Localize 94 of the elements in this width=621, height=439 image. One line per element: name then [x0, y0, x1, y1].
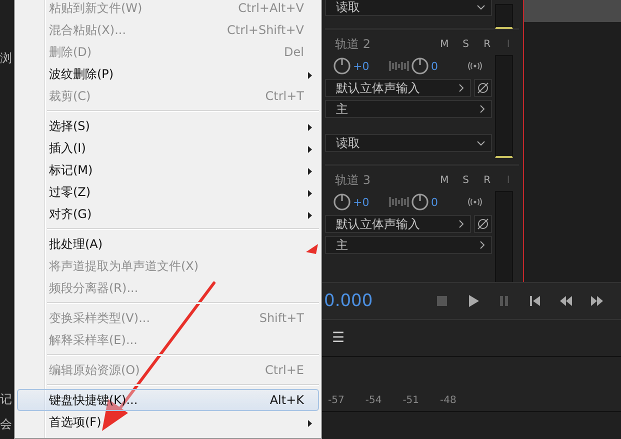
- panel-label: 会: [0, 417, 13, 431]
- menu-item-label: 混合粘贴(X)...: [49, 22, 128, 38]
- time-display: 0.000: [323, 291, 374, 311]
- menu-item-label: 首选项(F): [49, 414, 102, 430]
- pan-value: 0: [431, 196, 439, 208]
- menu-item[interactable]: 标记(M): [17, 159, 319, 181]
- input-dropdown[interactable]: 默认立体声输入: [325, 215, 471, 233]
- fast-forward-icon: [591, 295, 603, 307]
- submenu-arrow-icon: [308, 124, 312, 131]
- panel-label: 记: [0, 392, 13, 406]
- menu-item-label: 变换采样类型(V)...: [49, 310, 152, 326]
- level-meter: [495, 4, 513, 29]
- submenu-arrow-icon: [308, 190, 312, 197]
- menu-item[interactable]: 批处理(A): [17, 233, 319, 255]
- skip-back-icon: [529, 295, 541, 307]
- track-name: 轨道 3: [334, 172, 372, 188]
- ruler-label: -57: [328, 395, 344, 408]
- menu-item[interactable]: 过零(Z): [17, 181, 319, 203]
- shortcut-label: Del: [284, 45, 304, 59]
- shortcut-label: Ctrl+Shift+V: [227, 23, 304, 37]
- panel-menu-button[interactable]: ☰: [332, 330, 345, 346]
- menu-item-label: 删除(D): [49, 44, 93, 60]
- track-toggle[interactable]: R: [476, 38, 498, 50]
- panel-label: 浏: [0, 51, 13, 65]
- menu-item-label: 解释采样率(E)...: [49, 332, 138, 348]
- shortcut-label: Shift+T: [259, 311, 304, 325]
- shortcut-label: Ctrl+E: [265, 363, 304, 377]
- track-toggle[interactable]: S: [455, 174, 476, 186]
- ruler-label: -51: [402, 395, 420, 408]
- annotation-marker-icon: [306, 244, 318, 254]
- ruler-label: -48: [440, 395, 456, 408]
- chevron-right-icon: [459, 84, 464, 92]
- chevron-down-icon: [477, 4, 485, 10]
- phase-button[interactable]: [474, 79, 492, 97]
- shortcut-label: Ctrl+T: [265, 89, 304, 103]
- submenu-arrow-icon: [308, 168, 312, 175]
- knob-icon: [411, 193, 429, 211]
- menu-item-label: 对齐(G): [49, 206, 93, 222]
- knob-icon: [411, 57, 429, 75]
- menu-item-label: 粘贴到新文件(W): [49, 0, 144, 16]
- shortcut-label: Alt+K: [270, 393, 304, 407]
- chevron-down-icon: [477, 140, 485, 146]
- menu-item[interactable]: 插入(I): [17, 137, 319, 159]
- menu-item-label: 选择(S): [49, 118, 91, 134]
- menu-item-label: 频段分离器(R)...: [49, 280, 140, 296]
- shortcut-label: Ctrl+Alt+V: [238, 1, 304, 15]
- menu-item-label: 裁剪(C): [49, 88, 92, 104]
- chevron-right-icon: [459, 220, 464, 228]
- menu-item[interactable]: 键盘快捷键(K)... Alt+K: [17, 389, 319, 411]
- menu-item[interactable]: 对齐(G): [17, 203, 319, 225]
- menu-item-label: 插入(I): [49, 140, 87, 156]
- phase-button[interactable]: [474, 215, 492, 233]
- submenu-arrow-icon: [308, 146, 312, 153]
- stop-icon: [436, 295, 448, 307]
- knob-icon: [333, 57, 351, 75]
- submenu-arrow-icon: [308, 420, 312, 427]
- ruler-label: -54: [365, 395, 382, 408]
- menu-item-label: 键盘快捷键(K)...: [49, 392, 139, 408]
- menu-item[interactable]: 首选项(F): [17, 411, 319, 433]
- track-name: 轨道 2: [334, 36, 372, 52]
- menu-item-label: 编辑原始资源(O): [49, 362, 141, 378]
- track-toggle[interactable]: S: [455, 38, 476, 50]
- track-toggle[interactable]: M: [434, 174, 456, 186]
- pan-value: 0: [431, 60, 439, 72]
- track-toggle[interactable]: R: [476, 174, 498, 186]
- pause-icon: [498, 295, 510, 307]
- output-dropdown[interactable]: 主: [325, 236, 492, 254]
- chevron-right-icon: [480, 105, 485, 113]
- phase-invert-icon: [477, 218, 489, 230]
- menu-item-label: 标记(M): [49, 162, 94, 178]
- waveform-icon: [389, 60, 409, 72]
- automation-dropdown[interactable]: 读取: [325, 134, 492, 152]
- output-dropdown[interactable]: 主: [325, 100, 492, 118]
- knob-icon: [333, 193, 351, 211]
- broadcast-icon: [467, 197, 483, 207]
- phase-invert-icon: [477, 82, 489, 94]
- submenu-arrow-icon: [308, 212, 312, 219]
- automation-dropdown[interactable]: 读取: [325, 0, 492, 16]
- track-toggle[interactable]: M: [434, 38, 456, 50]
- waveform-icon: [389, 196, 409, 208]
- menu-item-label: 波纹删除(P): [49, 66, 115, 82]
- volume-value: +0: [353, 60, 370, 72]
- input-dropdown[interactable]: 默认立体声输入: [325, 79, 471, 97]
- submenu-arrow-icon: [308, 72, 312, 79]
- volume-value: +0: [353, 196, 370, 208]
- menu-item-label: 将声道提取为单声道文件(X): [49, 258, 200, 274]
- menu-item[interactable]: 选择(S): [17, 115, 319, 137]
- rewind-icon: [560, 295, 572, 307]
- menu-item-label: 过零(Z): [49, 184, 92, 200]
- chevron-right-icon: [480, 241, 485, 249]
- menu-item[interactable]: 波纹删除(P): [17, 63, 319, 85]
- play-icon: [467, 295, 479, 307]
- broadcast-icon: [467, 61, 483, 71]
- menu-item-label: 批处理(A): [49, 236, 104, 252]
